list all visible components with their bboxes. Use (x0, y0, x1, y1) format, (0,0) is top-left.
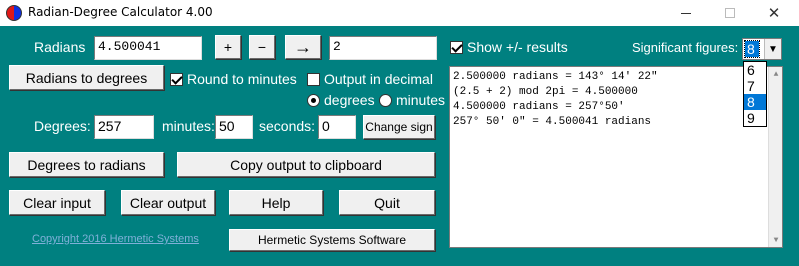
output-line: (2.5 + 2) mod 2pi = 4.500000 (453, 86, 638, 98)
dropdown-option[interactable]: 7 (744, 78, 766, 94)
output-line: 257° 50' 0" = 4.500041 radians (453, 116, 652, 128)
seconds-label: seconds: (259, 118, 316, 134)
change-sign-button[interactable]: Change sign (363, 115, 435, 139)
radio-unselected-icon (379, 93, 392, 107)
output-line: 2.500000 radians = 143° 14' 22" (453, 71, 658, 83)
significant-figures-select[interactable]: 8 ▼ (742, 38, 782, 60)
help-button[interactable]: Help (229, 190, 323, 215)
title-bar: Radian-Degree Calculator 4.00 ✕ (0, 0, 799, 26)
dropdown-option[interactable]: 9 (744, 110, 766, 126)
minutes-input[interactable]: 50 (215, 115, 253, 139)
close-button[interactable]: ✕ (752, 0, 796, 26)
seconds-input[interactable]: 0 (318, 115, 356, 139)
quit-button[interactable]: Quit (339, 190, 435, 215)
round-to-minutes-checkbox[interactable]: Round to minutes (170, 71, 297, 87)
minimize-button[interactable] (664, 0, 708, 26)
output-decimal-label: Output in decimal (324, 71, 433, 87)
dropdown-option-selected[interactable]: 8 (744, 94, 766, 110)
degrees-input[interactable]: 257 (94, 115, 154, 139)
hermetic-systems-button[interactable]: Hermetic Systems Software (229, 229, 435, 251)
radio-minutes-label: minutes (396, 92, 446, 108)
output-decimal-checkbox[interactable]: Output in decimal (307, 71, 433, 87)
increment-amount-input[interactable]: 2 (329, 36, 437, 60)
scroll-down-icon[interactable]: ▼ (769, 233, 782, 247)
output-line: 4.500000 radians = 257°50' (453, 101, 625, 113)
maximize-icon (725, 8, 735, 18)
clear-output-button[interactable]: Clear output (121, 190, 215, 215)
minutes-label: minutes: (162, 118, 215, 134)
significant-figures-value: 8 (744, 40, 760, 58)
vertical-scrollbar[interactable]: ▲ ▼ (768, 67, 782, 247)
close-icon: ✕ (767, 5, 781, 22)
increment-button[interactable]: + (215, 35, 241, 59)
client-area: Radians 4.500041 + − → 2 Show +/- result… (0, 26, 799, 266)
significant-figures-label: Significant figures: (632, 40, 739, 55)
significant-figures-dropdown: 6 7 8 9 (743, 61, 767, 127)
app-icon (6, 5, 22, 21)
decrement-button[interactable]: − (249, 35, 275, 59)
chevron-down-icon[interactable]: ▼ (764, 39, 781, 59)
radians-to-degrees-button[interactable]: Radians to degrees (9, 65, 164, 90)
maximize-button[interactable] (708, 0, 752, 26)
arrow-right-button[interactable]: → (285, 35, 321, 59)
dropdown-option[interactable]: 6 (744, 62, 766, 78)
round-to-minutes-label: Round to minutes (187, 71, 297, 87)
copyright-link[interactable]: Copyright 2016 Hermetic Systems (32, 233, 199, 245)
show-pm-label: Show +/- results (467, 39, 568, 55)
radio-selected-icon (307, 93, 320, 107)
radians-label: Radians (34, 39, 86, 55)
check-icon (170, 72, 183, 86)
arrow-right-icon: → (294, 36, 312, 57)
window-title: Radian-Degree Calculator 4.00 (28, 5, 213, 19)
output-textarea[interactable]: 2.500000 radians = 143° 14' 22" (2.5 + 2… (449, 66, 783, 248)
show-pm-checkbox[interactable]: Show +/- results (450, 39, 568, 55)
checkbox-box (307, 72, 320, 86)
radio-minutes[interactable]: minutes (379, 92, 445, 108)
radio-degrees-label: degrees (324, 92, 375, 108)
minimize-icon (681, 12, 691, 14)
degrees-to-radians-button[interactable]: Degrees to radians (9, 152, 164, 177)
check-icon (450, 40, 463, 54)
radians-input[interactable]: 4.500041 (94, 36, 202, 60)
copy-output-button[interactable]: Copy output to clipboard (177, 152, 435, 177)
scroll-up-icon[interactable]: ▲ (769, 67, 782, 81)
degrees-label: Degrees: (34, 118, 91, 134)
radio-degrees[interactable]: degrees (307, 92, 375, 108)
clear-input-button[interactable]: Clear input (9, 190, 105, 215)
